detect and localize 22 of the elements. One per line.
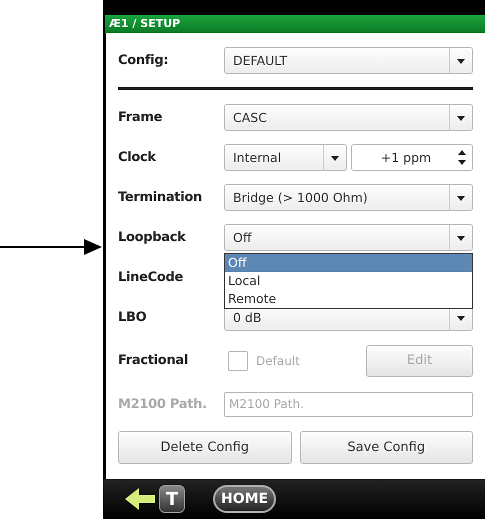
dropdown-option[interactable]: Off bbox=[225, 254, 472, 272]
field-label: M2100 Path. bbox=[118, 396, 208, 412]
field-label: Clock bbox=[118, 150, 157, 165]
dropdown[interactable]: CASC bbox=[224, 104, 473, 131]
checkbox-label: Default bbox=[256, 354, 301, 368]
spin-box[interactable]: +1 ppm bbox=[351, 144, 473, 171]
window-title: Æ1 / SETUP bbox=[105, 15, 485, 33]
home-button[interactable]: HOME bbox=[213, 485, 276, 513]
field-label: Termination bbox=[118, 190, 203, 205]
t-button[interactable]: T bbox=[159, 485, 185, 513]
dropdown[interactable]: Bridge (> 1000 Ohm) bbox=[224, 184, 473, 211]
field-label: Frame bbox=[118, 110, 164, 125]
dropdown[interactable]: DEFAULT bbox=[224, 47, 473, 74]
field-label: Config: bbox=[118, 53, 170, 68]
field-label: Loopback bbox=[118, 230, 187, 245]
config-button[interactable]: Delete Config bbox=[118, 431, 292, 464]
dropdown[interactable]: Off bbox=[224, 224, 473, 251]
field-label: LBO bbox=[118, 310, 148, 325]
field-label: Fractional bbox=[118, 353, 190, 368]
config-button[interactable]: Save Config bbox=[300, 431, 473, 464]
dropdown[interactable]: Internal bbox=[224, 144, 347, 171]
field-label: LineCode bbox=[118, 270, 184, 285]
